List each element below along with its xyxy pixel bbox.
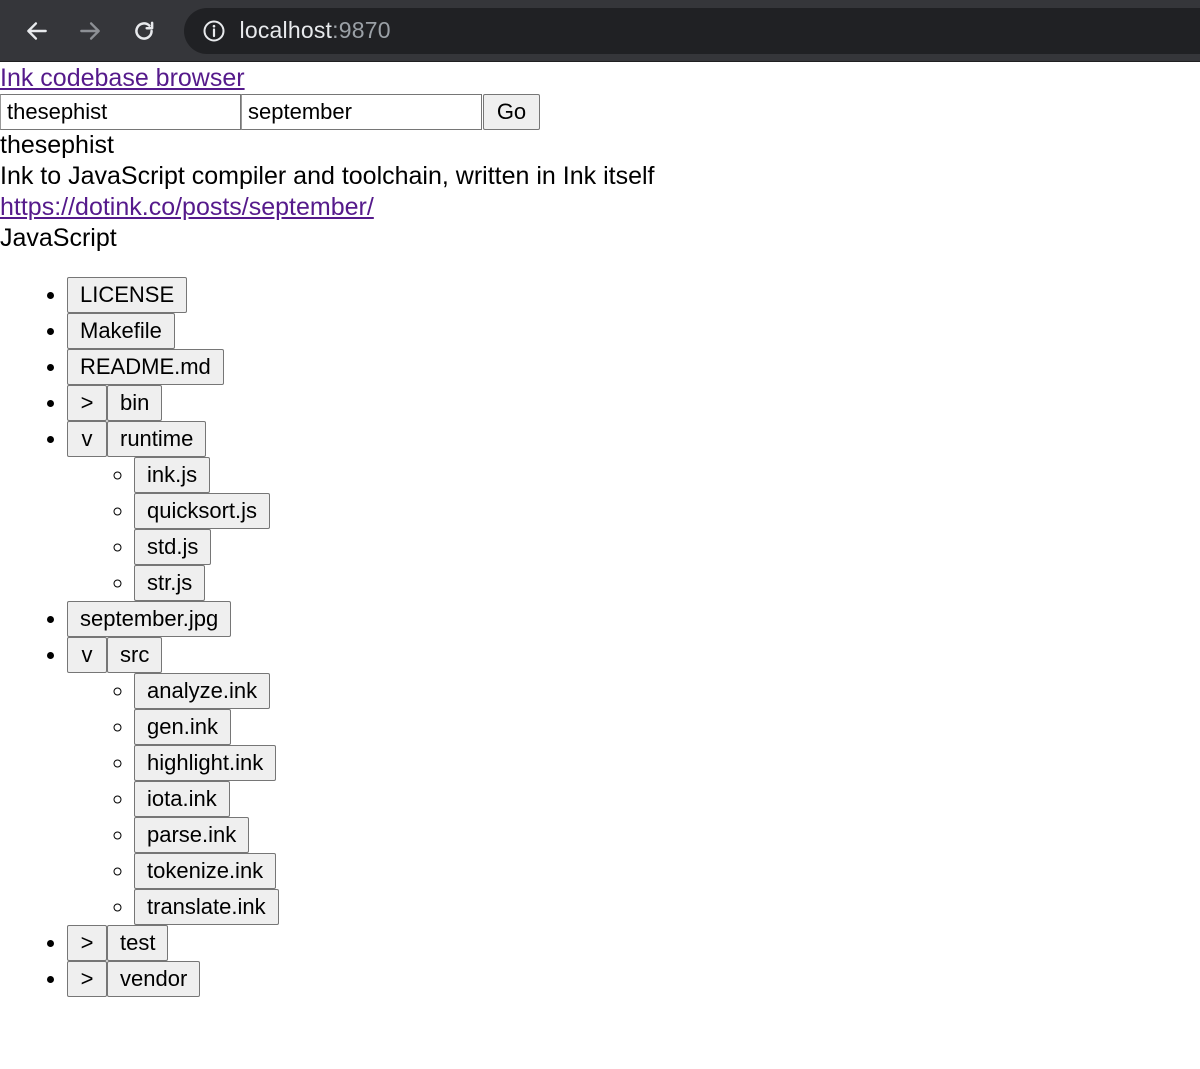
back-button[interactable] xyxy=(19,13,55,49)
tree-item: >bin xyxy=(67,385,1200,421)
url-port: :9870 xyxy=(332,17,391,43)
collapse-toggle-button[interactable]: v xyxy=(67,421,107,457)
collapse-toggle-button[interactable]: v xyxy=(67,637,107,673)
tree-item: analyze.ink xyxy=(134,673,1200,709)
expand-toggle-button[interactable]: > xyxy=(67,961,107,997)
expand-toggle-button[interactable]: > xyxy=(67,385,107,421)
user-input[interactable] xyxy=(0,94,241,130)
file-button[interactable]: std.js xyxy=(134,529,212,565)
subtree: ink.js quicksort.js std.js str.js xyxy=(67,457,1200,601)
tree-item: >test xyxy=(67,925,1200,961)
file-button[interactable]: LICENSE xyxy=(67,277,188,313)
tree-item: vruntime ink.js quicksort.js std.js str.… xyxy=(67,421,1200,601)
repo-language: JavaScript xyxy=(0,224,117,252)
subtree: analyze.ink gen.ink highlight.ink iota.i… xyxy=(67,673,1200,925)
tree-item: str.js xyxy=(134,565,1200,601)
tree-item: gen.ink xyxy=(134,709,1200,745)
expand-toggle-button[interactable]: > xyxy=(67,925,107,961)
file-button[interactable]: ink.js xyxy=(134,457,211,493)
file-button[interactable]: Makefile xyxy=(67,313,175,349)
forward-button[interactable] xyxy=(73,13,109,49)
address-url: localhost:9870 xyxy=(240,17,391,44)
repo-owner: thesephist xyxy=(0,131,114,159)
folder-button[interactable]: bin xyxy=(107,385,163,421)
search-form: Go xyxy=(0,94,1200,130)
arrow-left-icon xyxy=(26,21,47,40)
page-content: Ink codebase browser Go thesephist Ink t… xyxy=(0,63,1200,997)
repo-description: Ink to JavaScript compiler and toolchain… xyxy=(0,162,655,190)
url-host: localhost xyxy=(239,17,333,43)
tree-item: std.js xyxy=(134,529,1200,565)
tree-item: iota.ink xyxy=(134,781,1200,817)
tree-item: parse.ink xyxy=(134,817,1200,853)
arrow-right-icon xyxy=(80,21,101,40)
repo-input[interactable] xyxy=(241,94,482,130)
folder-button[interactable]: vendor xyxy=(107,961,201,997)
go-button[interactable]: Go xyxy=(483,94,540,130)
file-button[interactable]: quicksort.js xyxy=(134,493,271,529)
tree-item: ink.js xyxy=(134,457,1200,493)
folder-button[interactable]: test xyxy=(107,925,169,961)
tree-item: Makefile xyxy=(67,313,1200,349)
file-tree: LICENSE Makefile README.md >bin vruntime… xyxy=(0,277,1200,997)
tree-item: README.md xyxy=(67,349,1200,385)
file-button[interactable]: analyze.ink xyxy=(134,673,271,709)
file-button[interactable]: translate.ink xyxy=(134,889,279,925)
repo-homepage-link[interactable]: https://dotink.co/posts/september/ xyxy=(0,192,1200,223)
file-button[interactable]: iota.ink xyxy=(134,781,230,817)
file-button[interactable]: parse.ink xyxy=(134,817,250,853)
reload-icon xyxy=(134,21,154,40)
file-button[interactable]: README.md xyxy=(67,349,224,385)
file-button[interactable]: tokenize.ink xyxy=(134,853,277,889)
folder-button[interactable]: src xyxy=(107,637,163,673)
tree-item: >vendor xyxy=(67,961,1200,997)
info-circle-icon[interactable] xyxy=(202,19,226,43)
home-link[interactable]: Ink codebase browser xyxy=(0,63,1200,94)
file-button[interactable]: str.js xyxy=(134,565,206,601)
address-bar[interactable]: localhost:9870 xyxy=(183,7,1200,54)
tree-item: quicksort.js xyxy=(134,493,1200,529)
tree-item: september.jpg xyxy=(67,601,1200,637)
tree-item: translate.ink xyxy=(134,889,1200,925)
file-button[interactable]: september.jpg xyxy=(67,601,232,637)
folder-button[interactable]: runtime xyxy=(107,421,207,457)
tree-item: tokenize.ink xyxy=(134,853,1200,889)
file-button[interactable]: gen.ink xyxy=(134,709,231,745)
reload-button[interactable] xyxy=(126,13,162,49)
browser-toolbar: localhost:9870 xyxy=(0,0,1200,62)
tree-item: LICENSE xyxy=(67,277,1200,313)
tree-item: highlight.ink xyxy=(134,745,1200,781)
file-button[interactable]: highlight.ink xyxy=(134,745,277,781)
tree-item: vsrc analyze.ink gen.ink highlight.ink i… xyxy=(67,637,1200,925)
